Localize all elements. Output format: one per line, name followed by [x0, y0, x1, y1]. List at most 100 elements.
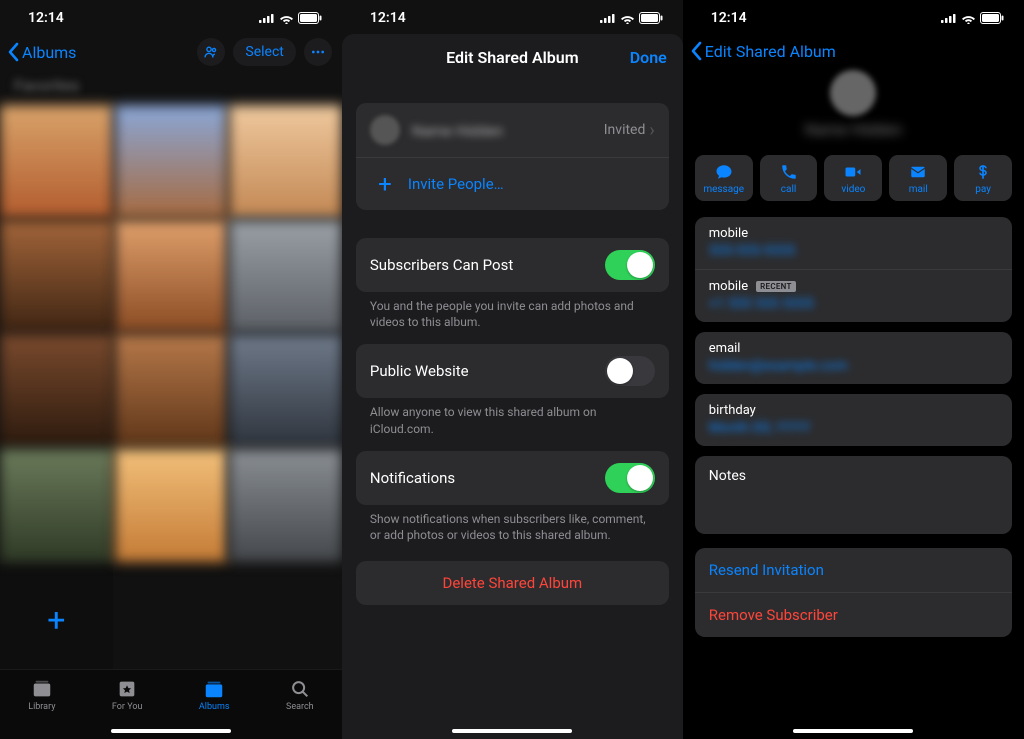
shared-library-button[interactable] [197, 38, 225, 66]
nav-bar: Albums Select [0, 32, 342, 72]
sheet-header: Edit Shared Album Done [342, 34, 683, 81]
people-icon [203, 44, 219, 60]
status-time: 12:14 [28, 10, 64, 26]
status-indicators [259, 12, 322, 24]
recent-badge: RECENT [756, 281, 796, 292]
call-button[interactable]: call [760, 155, 818, 201]
notifications-row: Notifications [356, 451, 669, 505]
settings-card-3: Notifications [356, 451, 669, 505]
albums-icon [202, 678, 226, 700]
tab-library[interactable]: Library [28, 678, 55, 712]
status-indicators [941, 12, 1004, 24]
photo-thumbnail[interactable] [0, 449, 113, 562]
message-icon [714, 163, 734, 181]
ellipsis-icon [310, 44, 326, 60]
birthday-row[interactable]: birthday Month DD, YYYY [695, 394, 1012, 446]
photo-thumbnail[interactable] [229, 105, 342, 218]
screen-albums-grid: 12:14 Albums Select Favorites + [0, 0, 342, 739]
screen-edit-shared-album: 12:14 Edit Shared Album Done Name Hidden… [342, 0, 683, 739]
back-button[interactable]: Edit Shared Album [689, 41, 836, 61]
photo-grid[interactable]: + [0, 105, 342, 676]
subscribers-can-post-row: Subscribers Can Post [356, 238, 669, 292]
signal-icon [259, 13, 275, 23]
message-button[interactable]: message [695, 155, 753, 201]
plus-icon: + [370, 170, 400, 198]
remove-subscriber-button[interactable]: Remove Subscriber [695, 592, 1012, 637]
home-indicator[interactable] [452, 729, 572, 733]
search-icon [288, 678, 312, 700]
nav-actions: Select [197, 38, 331, 66]
subscribers-card: Name Hidden Invited › + Invite People… [356, 103, 669, 210]
photo-thumbnail[interactable] [229, 449, 342, 562]
photo-thumbnail[interactable] [0, 105, 113, 218]
photo-thumbnail[interactable] [115, 449, 228, 562]
mobile-row-2[interactable]: mobile RECENT +1 555 555 5555 [695, 269, 1012, 322]
invite-people-button[interactable]: + Invite People… [356, 157, 669, 210]
notes-card[interactable]: Notes [695, 456, 1012, 534]
edit-sheet: Edit Shared Album Done Name Hidden Invit… [342, 34, 683, 739]
notes-label: Notes [709, 468, 746, 484]
phone-icon [779, 163, 799, 181]
subscriber-name-blurred: Name Hidden [412, 122, 503, 140]
field-value-blurred: Month DD, YYYY [709, 420, 998, 436]
contact-actions: message call video mail pay [683, 149, 1024, 207]
subscriber-row[interactable]: Name Hidden Invited › [356, 103, 669, 157]
field-label: mobile [709, 226, 998, 241]
photo-thumbnail[interactable] [0, 220, 113, 333]
tab-albums[interactable]: Albums [199, 678, 230, 712]
back-button[interactable]: Albums [6, 42, 76, 62]
mail-button[interactable]: mail [889, 155, 947, 201]
delete-shared-album-button[interactable]: Delete Shared Album [356, 561, 669, 605]
email-card: email hidden@example.com [695, 332, 1012, 384]
field-value-blurred: hidden@example.com [709, 358, 998, 374]
dollar-icon [973, 163, 993, 181]
subscribers-can-post-toggle[interactable] [605, 250, 655, 280]
select-button[interactable]: Select [233, 38, 295, 66]
field-label: email [709, 341, 998, 356]
library-icon [30, 678, 54, 700]
field-label: mobile RECENT [709, 279, 998, 294]
home-indicator[interactable] [111, 729, 231, 733]
tab-search[interactable]: Search [286, 678, 314, 712]
signal-icon [600, 13, 616, 23]
home-indicator[interactable] [793, 729, 913, 733]
photo-thumbnail[interactable] [229, 334, 342, 447]
done-button[interactable]: Done [630, 48, 667, 67]
pay-button[interactable]: pay [954, 155, 1012, 201]
screen-contact-card: 12:14 Edit Shared Album Name Hidden mess… [683, 0, 1024, 739]
status-bar: 12:14 [683, 0, 1024, 32]
field-value-blurred: 555-555-5555 [709, 243, 998, 259]
notifications-toggle[interactable] [605, 463, 655, 493]
wifi-icon [279, 13, 294, 24]
chevron-left-icon [689, 41, 703, 61]
mobile-row-1[interactable]: mobile 555-555-5555 [695, 217, 1012, 269]
photo-thumbnail[interactable] [115, 220, 228, 333]
album-title-blurred: Favorites [0, 72, 342, 105]
battery-icon [298, 12, 322, 24]
back-label: Albums [22, 43, 76, 62]
status-bar: 12:14 [0, 0, 342, 32]
nav-bar: Edit Shared Album [683, 32, 1024, 70]
photo-thumbnail[interactable] [115, 105, 228, 218]
photo-thumbnail[interactable] [229, 220, 342, 333]
status-indicators [600, 12, 663, 24]
field-value-blurred: +1 555 555 5555 [709, 296, 998, 312]
settings-card-1: Subscribers Can Post [356, 238, 669, 292]
video-button[interactable]: video [824, 155, 882, 201]
foryou-icon [115, 678, 139, 700]
avatar-icon [830, 70, 876, 116]
resend-invitation-button[interactable]: Resend Invitation [695, 548, 1012, 592]
select-label: Select [245, 44, 283, 60]
email-row[interactable]: email hidden@example.com [695, 332, 1012, 384]
photo-thumbnail[interactable] [115, 334, 228, 447]
public-website-help: Allow anyone to view this shared album o… [356, 398, 669, 436]
tab-for-you[interactable]: For You [112, 678, 143, 712]
field-label: birthday [709, 403, 998, 418]
add-photo-button[interactable]: + [0, 564, 113, 677]
more-button[interactable] [304, 38, 332, 66]
public-website-toggle[interactable] [605, 356, 655, 386]
battery-icon [980, 12, 1004, 24]
sheet-title: Edit Shared Album [358, 48, 667, 67]
photo-thumbnail[interactable] [0, 334, 113, 447]
back-label: Edit Shared Album [705, 42, 836, 61]
